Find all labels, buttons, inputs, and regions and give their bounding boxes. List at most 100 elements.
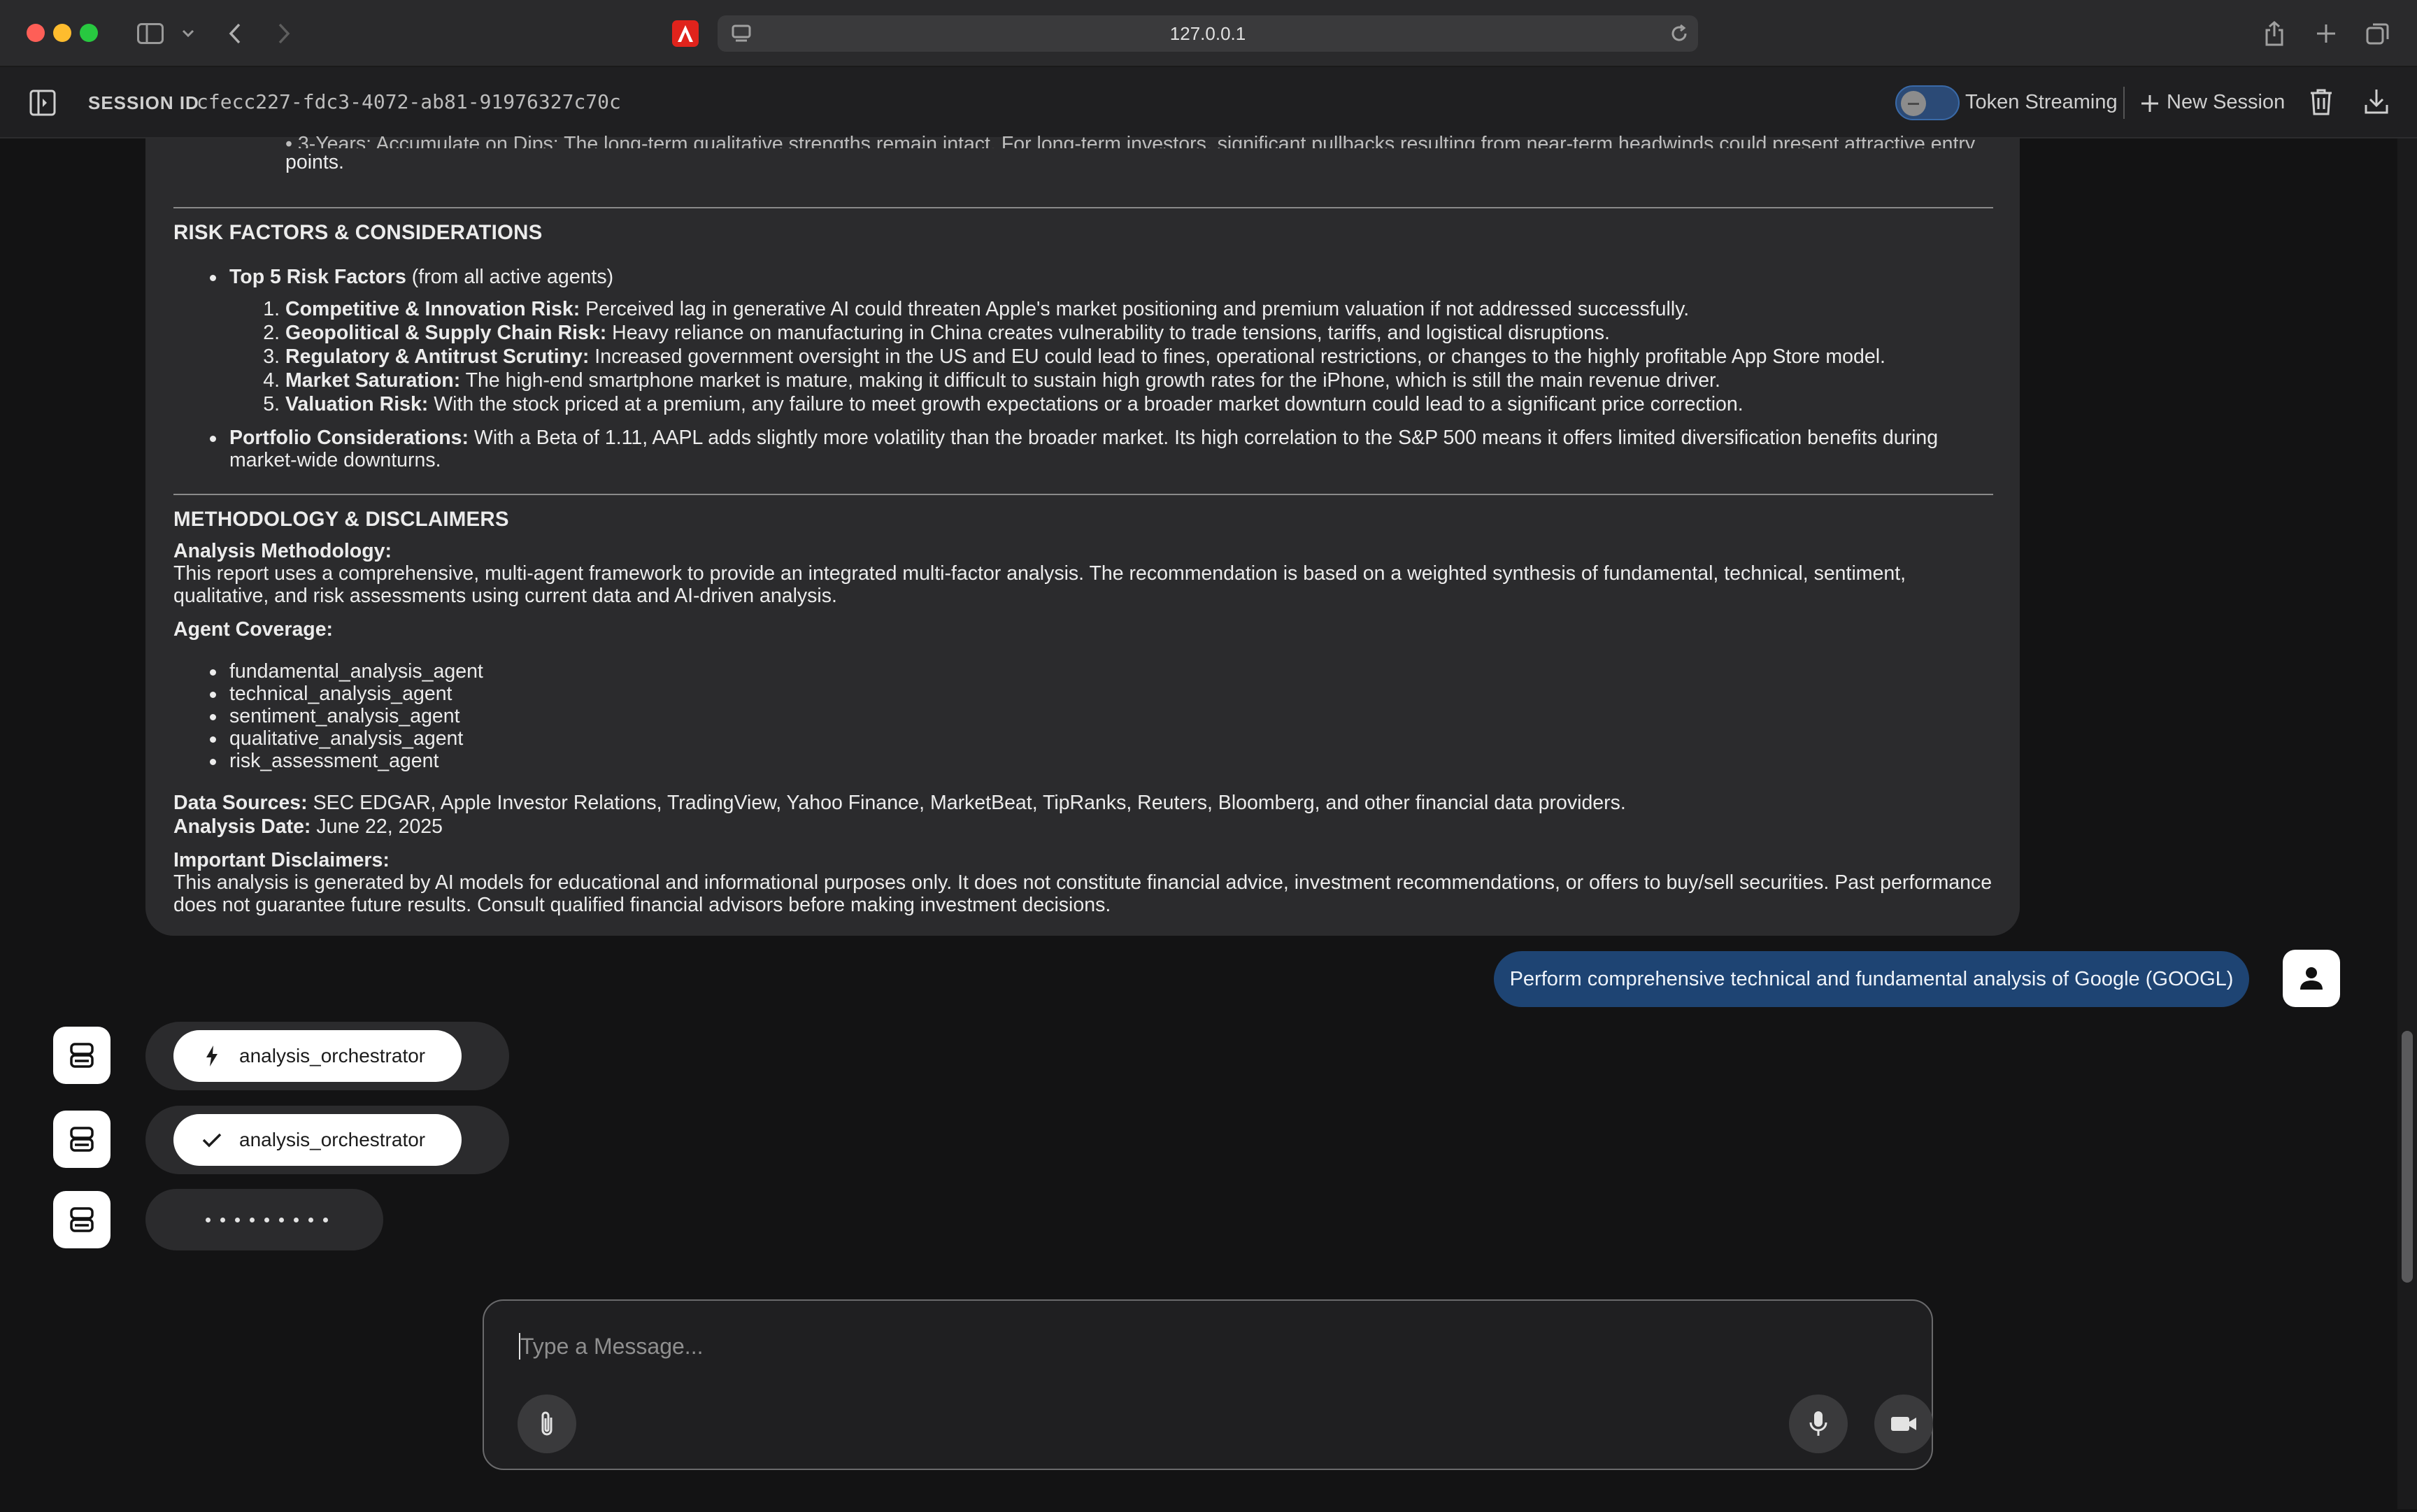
scrollbar-track[interactable] (2397, 138, 2417, 1509)
agent-coverage-label: Agent Coverage: (173, 618, 334, 641)
risk-item: 5. Valuation Risk: With the stock priced … (263, 393, 1744, 416)
reload-icon[interactable] (1667, 15, 1691, 52)
function-response-chip[interactable]: analysis_orchestrator (173, 1114, 462, 1166)
top5-bold: Top 5 Risk Factors (229, 266, 406, 288)
sidebar-panel-icon[interactable] (29, 90, 56, 120)
adobe-extension-icon[interactable] (671, 15, 699, 52)
new-session-button[interactable]: New Session (2140, 84, 2287, 122)
new-tab-icon[interactable] (2312, 15, 2340, 52)
forward-icon[interactable] (271, 15, 297, 52)
agent-list-item: sentiment_analysis_agent (210, 705, 460, 727)
typing-indicator (145, 1189, 383, 1250)
video-camera-icon (1891, 1417, 1916, 1431)
risk-number: 4. (263, 369, 280, 392)
risk-item: 1. Competitive & Innovation Risk: Perceiv… (263, 298, 1690, 321)
risk-number: 3. (263, 345, 280, 368)
portfolio-bold: Portfolio Considerations: (229, 427, 469, 449)
risk-bold: Geopolitical & Supply Chain Risk: (285, 322, 607, 344)
portfolio-text: With a Beta of 1.11, AAPL adds slightly … (469, 427, 1939, 449)
data-sources-text: SEC EDGAR, Apple Investor Relations, Tra… (307, 792, 1626, 814)
disclaimers-text-2: does not guarantee future results. Consu… (173, 894, 1111, 916)
toggle-knob (1901, 91, 1926, 116)
function-call-name: analysis_orchestrator (239, 1045, 426, 1067)
report-message: • 3-Years: Accumulate on Dips: The long-… (145, 133, 2020, 936)
session-id-value: cfecc227-fdc3-4072-ab81-91976327c70c (197, 90, 621, 113)
user-avatar-icon (2283, 950, 2340, 1007)
download-icon[interactable] (2364, 88, 2389, 118)
address-bar[interactable]: 127.0.0.1 (718, 15, 1698, 52)
data-sources-line: Data Sources: SEC EDGAR, Apple Investor … (173, 792, 1626, 815)
data-sources-label: Data Sources: (173, 792, 308, 814)
analysis-date-line: Analysis Date: June 22, 2025 (173, 815, 443, 839)
risk-text: The high-end smartphone market is mature… (460, 369, 1720, 392)
risk-text: With the stock priced at a premium, any … (428, 393, 1744, 415)
check-icon (200, 1128, 224, 1152)
section-divider (173, 207, 1993, 208)
cut-off-line-2: points. (285, 151, 344, 173)
function-call-chip[interactable]: analysis_orchestrator (173, 1030, 462, 1082)
risk-number: 5. (263, 393, 280, 415)
top5-risk-item: Top 5 Risk Factors (from all active agen… (209, 266, 614, 289)
close-window-button[interactable] (27, 24, 45, 42)
agent-call-row: analysis_orchestrator (145, 1022, 509, 1090)
bolt-icon (200, 1044, 224, 1068)
header-divider (2123, 87, 2125, 119)
bot-avatar-icon (53, 1111, 110, 1168)
risk-text: Increased government oversight in the US… (589, 345, 1885, 368)
risk-bold: Competitive & Innovation Risk: (285, 298, 580, 320)
scrollbar-thumb[interactable] (2402, 1031, 2413, 1283)
tab-overview-icon[interactable] (2364, 15, 2392, 52)
agent-response-row: analysis_orchestrator (145, 1106, 509, 1174)
microphone-button[interactable] (1789, 1395, 1848, 1453)
share-icon[interactable] (2260, 15, 2288, 52)
minimize-window-button[interactable] (53, 24, 71, 42)
agent-list-item: qualitative_analysis_agent (209, 727, 464, 750)
risk-bold: Regulatory & Antitrust Scrutiny: (285, 345, 590, 368)
risk-item: 4. Market Saturation: The high-end smartp… (263, 369, 1720, 392)
risk-number: 1. (263, 298, 280, 320)
sidebar-toggle-icon[interactable] (133, 15, 168, 52)
top5-rest: (from all active agents) (406, 266, 614, 288)
token-streaming-toggle[interactable] (1895, 85, 1960, 120)
attach-file-button[interactable] (518, 1395, 576, 1453)
function-response-name: analysis_orchestrator (239, 1129, 426, 1150)
methodology-heading: METHODOLOGY & DISCLAIMERS (173, 508, 509, 531)
typing-dots (206, 1218, 328, 1222)
paperclip-icon (541, 1411, 552, 1436)
plus-icon (2141, 95, 2158, 112)
section-divider (173, 494, 1993, 495)
analysis-methodology-text-2: qualitative, and risk assessments using … (173, 585, 837, 607)
analysis-methodology-label: Analysis Methodology: (173, 540, 392, 562)
risk-bold: Valuation Risk: (285, 393, 429, 415)
bot-avatar-icon (53, 1191, 110, 1248)
microphone-icon (1809, 1411, 1827, 1436)
delete-session-icon[interactable] (2309, 88, 2333, 120)
risk-text: Heavy reliance on manufacturing in China… (606, 322, 1610, 344)
chevron-down-icon[interactable] (178, 15, 199, 52)
text-caret (519, 1333, 520, 1360)
risk-item: 3. Regulatory & Antitrust Scrutiny: Incre… (263, 345, 1885, 369)
risk-factors-heading: RISK FACTORS & CONSIDERATIONS (173, 221, 543, 244)
risk-item: 2. Geopolitical & Supply Chain Risk: Heav… (263, 322, 1610, 345)
disclaimers-text: This analysis is generated by AI models … (173, 871, 1992, 894)
message-input[interactable] (519, 1329, 1848, 1364)
user-message-bubble: Perform comprehensive technical and fund… (1494, 951, 2249, 1007)
video-button[interactable] (1874, 1395, 1933, 1453)
analysis-methodology-text: This report uses a comprehensive, multi-… (173, 562, 1906, 585)
zoom-window-button[interactable] (80, 24, 98, 42)
back-icon[interactable] (222, 15, 248, 52)
browser-toolbar: 127.0.0.1 (0, 0, 2417, 67)
app-header: SESSION ID cfecc227-fdc3-4072-ab81-91976… (0, 67, 2417, 138)
risk-text: Perceived lag in generative AI could thr… (580, 298, 1690, 320)
agent-list-item: technical_analysis_agent (209, 683, 452, 705)
disclaimers-label: Important Disclaimers: (173, 849, 390, 871)
agent-list-item: risk_assessment_agent (209, 750, 439, 772)
portfolio-considerations-item: Portfolio Considerations: With a Beta of… (209, 427, 1939, 450)
analysis-date-label: Analysis Date: (173, 815, 311, 838)
cut-off-line: • 3-Years: Accumulate on Dips: The long-… (285, 133, 1976, 148)
bot-avatar-icon (53, 1027, 110, 1084)
new-session-label: New Session (2167, 91, 2286, 113)
message-composer (483, 1299, 1933, 1470)
analysis-date-text: June 22, 2025 (311, 815, 443, 838)
token-streaming-label: Token Streaming (1965, 91, 2118, 113)
